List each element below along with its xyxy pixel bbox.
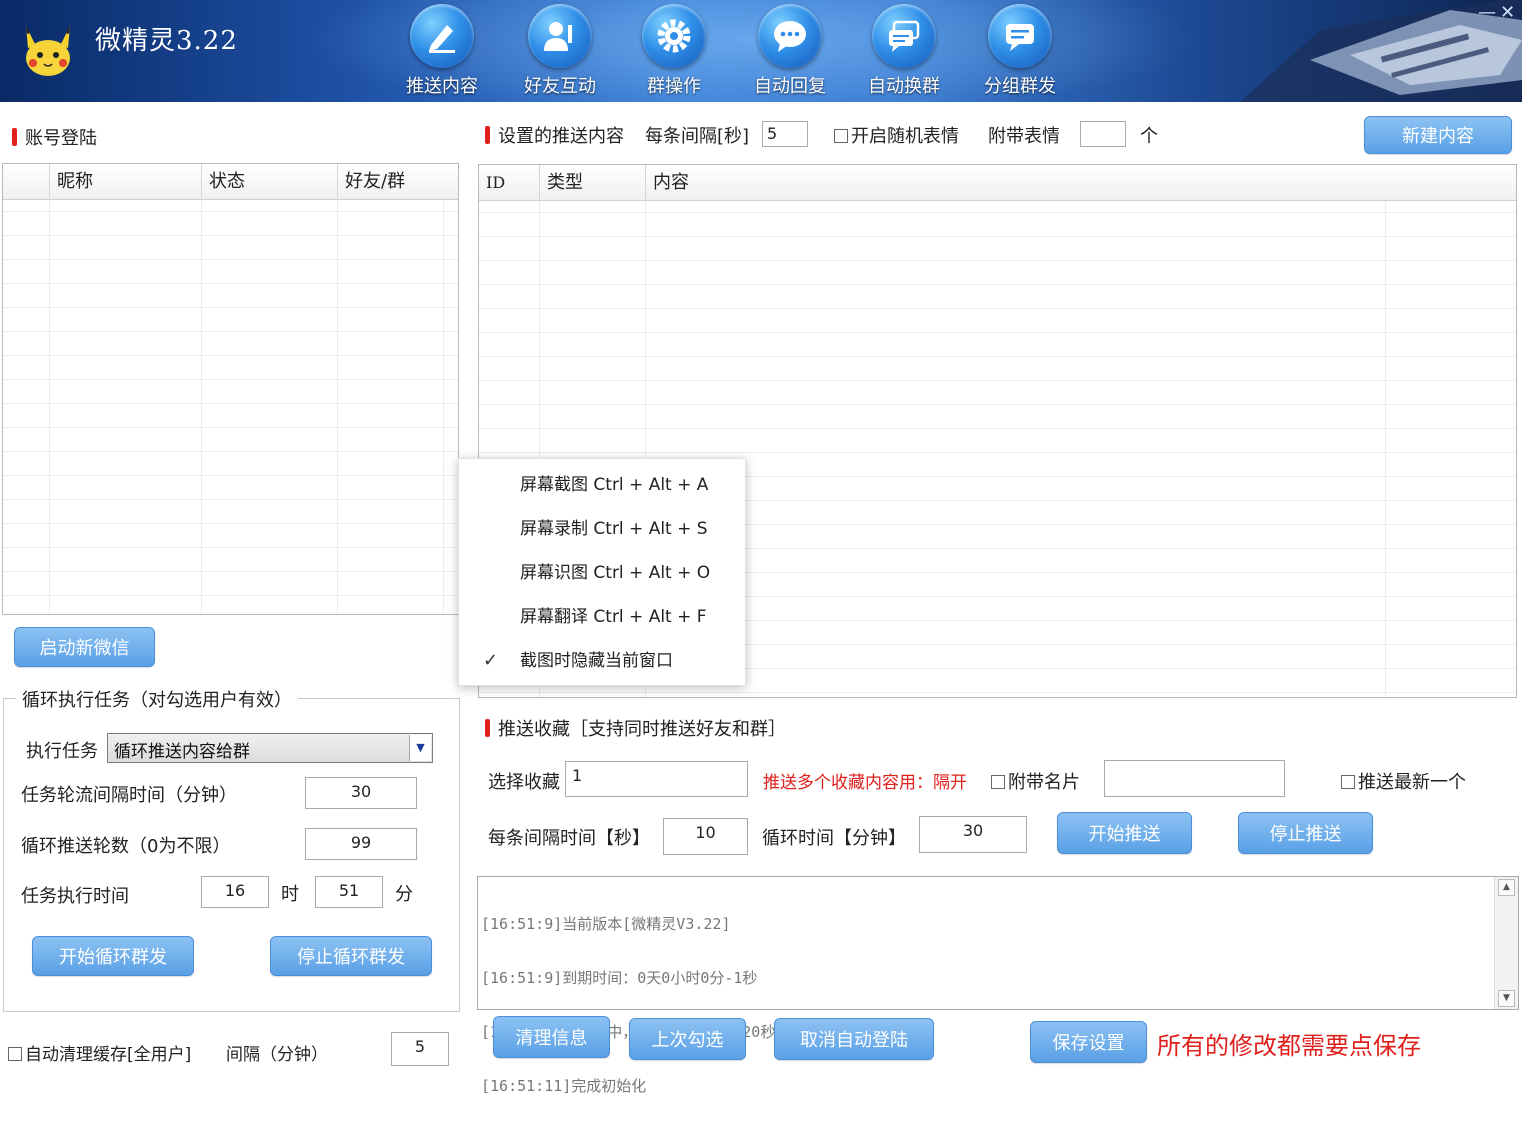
menu-item-hide-window[interactable]: ✓ 截图时隐藏当前窗口: [459, 639, 745, 683]
menu-item-screen-ocr[interactable]: 屏幕识图 Ctrl + Alt + O: [459, 551, 745, 595]
rounds-label: 循环推送轮数（0为不限）: [21, 836, 231, 857]
checkbox-box[interactable]: [8, 1047, 22, 1061]
minute-input[interactable]: 51: [315, 876, 383, 908]
checkbox-box[interactable]: [991, 775, 1005, 789]
menu-item-screenshot[interactable]: 屏幕截图 Ctrl + Alt + A: [459, 463, 745, 507]
interval-label: 任务轮流间隔时间（分钟）: [21, 785, 237, 806]
stop-push-button[interactable]: 停止推送: [1238, 812, 1373, 854]
tool-push-content[interactable]: 推送内容: [392, 4, 492, 100]
app-title: 微精灵3.22: [95, 26, 238, 56]
exec-time-label: 任务执行时间: [21, 886, 129, 907]
favorites-hint: 推送多个收藏内容用：隔开: [763, 773, 967, 793]
start-loop-button[interactable]: 开始循环群发: [32, 936, 194, 976]
attach-card-checkbox[interactable]: 附带名片: [991, 768, 1080, 794]
tool-friend-interaction[interactable]: 好友互动: [510, 4, 610, 100]
pen-icon: [429, 25, 455, 53]
menu-item-screen-record[interactable]: 屏幕录制 Ctrl + Alt + S: [459, 507, 745, 551]
checkbox-box[interactable]: [1341, 775, 1355, 789]
interval-input[interactable]: 30: [305, 777, 417, 809]
tool-group-operation[interactable]: 群操作: [624, 4, 724, 100]
auto-clear-cache-checkbox[interactable]: 自动清理缓存[全用户]: [8, 1040, 191, 1065]
user-icon: [544, 22, 572, 51]
minimize-icon[interactable]: —: [1478, 2, 1496, 23]
rounds-input[interactable]: 99: [305, 828, 417, 860]
spaceship-banner-image: [1240, 0, 1522, 102]
chevron-down-icon[interactable]: ▼: [409, 735, 431, 761]
chat-swap-icon: [889, 20, 920, 52]
chat-bubble-icon: [774, 21, 806, 52]
task-select[interactable]: 循环推送内容给群 ▼: [107, 733, 433, 763]
content-interval-label: 每条间隔[秒]: [645, 126, 750, 147]
tool-label: 自动换群: [868, 76, 940, 97]
column-header-status[interactable]: 状态: [201, 164, 337, 200]
hour-input[interactable]: 16: [201, 876, 269, 908]
scroll-up-icon[interactable]: ▲: [1498, 879, 1515, 896]
last-selection-button[interactable]: 上次勾选: [629, 1018, 746, 1060]
cancel-auto-login-button[interactable]: 取消自动登陆: [774, 1018, 934, 1060]
tool-label: 好友互动: [524, 76, 596, 97]
column-header-nickname[interactable]: 昵称: [49, 164, 201, 200]
scroll-down-icon[interactable]: ▼: [1498, 990, 1515, 1007]
log-textarea[interactable]: [16:51:9]当前版本[微精灵V3.22] [16:51:9]到期时间：0天…: [477, 876, 1519, 1095]
save-settings-button[interactable]: 保存设置: [1030, 1021, 1147, 1063]
column-header-content[interactable]: 内容: [645, 165, 1385, 201]
clear-info-button[interactable]: 清理信息: [493, 1016, 610, 1058]
favorites-section-title: 推送收藏［支持同时推送好友和群］: [485, 715, 786, 741]
content-table-header: ID 类型 内容: [479, 165, 1516, 201]
random-emoji-checkbox[interactable]: 开启随机表情: [834, 122, 959, 148]
start-push-button[interactable]: 开始推送: [1057, 812, 1192, 854]
column-header-id[interactable]: ID: [479, 165, 539, 201]
gear-icon: [657, 19, 691, 53]
fav-loop-label: 循环时间【分钟】: [762, 828, 906, 849]
log-lines: [16:51:9]当前版本[微精灵V3.22] [16:51:9]到期时间：0天…: [481, 879, 1492, 1095]
task-select-value: 循环推送内容给群: [114, 742, 250, 762]
hour-unit: 时: [281, 884, 299, 905]
stop-loop-button[interactable]: 停止循环群发: [270, 936, 432, 976]
tool-group-broadcast[interactable]: 分组群发: [970, 4, 1070, 100]
screenshot-context-menu: 屏幕截图 Ctrl + Alt + A 屏幕录制 Ctrl + Alt + S …: [458, 458, 746, 686]
save-hint: 所有的修改都需要点保存: [1157, 1032, 1421, 1060]
checkmark-icon: ✓: [483, 650, 499, 671]
select-favorite-input[interactable]: 1: [565, 761, 748, 797]
tool-label: 分组群发: [984, 76, 1056, 97]
loop-task-group-title: 循环执行任务（对勾选用户有效）: [16, 686, 298, 712]
content-interval-input[interactable]: 5: [762, 121, 808, 147]
column-header-type[interactable]: 类型: [539, 165, 645, 201]
select-favorite-label: 选择收藏: [488, 772, 560, 793]
account-table[interactable]: 昵称 状态 好友/群: [2, 163, 459, 615]
push-latest-checkbox[interactable]: 推送最新一个: [1341, 768, 1466, 794]
menu-item-screen-translate[interactable]: 屏幕翻译 Ctrl + Alt + F: [459, 595, 745, 639]
emoji-unit: 个: [1140, 126, 1158, 147]
cache-interval-label: 间隔（分钟）: [226, 1045, 328, 1065]
title-bar: 微精灵3.22 推送内容 好友互动 群操作 自动回复 自动换群 分组群发 — ✕: [0, 0, 1522, 102]
minute-unit: 分: [395, 884, 413, 905]
launch-wechat-button[interactable]: 启动新微信: [14, 627, 155, 667]
fav-loop-input[interactable]: 30: [919, 816, 1027, 853]
log-line: [16:51:9]到期时间：0天0小时0分-1秒: [481, 969, 758, 987]
close-icon[interactable]: ✕: [1500, 2, 1515, 23]
tool-auto-reply[interactable]: 自动回复: [740, 4, 840, 100]
cache-interval-input[interactable]: 5: [391, 1032, 449, 1066]
tool-label: 自动回复: [754, 76, 826, 97]
content-section-title: 设置的推送内容: [485, 122, 624, 148]
tool-label: 推送内容: [406, 76, 478, 97]
column-header-friends-groups[interactable]: 好友/群: [337, 164, 458, 200]
fav-interval-input[interactable]: 10: [663, 818, 748, 855]
new-content-button[interactable]: 新建内容: [1364, 116, 1512, 154]
chat-group-icon: [1006, 24, 1034, 51]
fav-interval-label: 每条间隔时间【秒】: [488, 828, 650, 849]
attach-emoji-label: 附带表情: [988, 126, 1060, 147]
checkbox-box[interactable]: [834, 129, 848, 143]
pikachu-logo-icon: [26, 26, 70, 76]
task-label: 执行任务: [26, 741, 98, 762]
log-scrollbar[interactable]: ▲ ▼: [1494, 877, 1518, 1009]
tool-auto-switch-group[interactable]: 自动换群: [854, 4, 954, 100]
log-line: [16:51:9]当前版本[微精灵V3.22]: [481, 915, 731, 933]
account-section-title: 账号登陆: [12, 124, 97, 150]
card-input[interactable]: [1104, 760, 1285, 797]
account-table-header: 昵称 状态 好友/群: [3, 164, 458, 200]
tool-label: 群操作: [647, 76, 701, 97]
attach-emoji-input[interactable]: [1080, 121, 1126, 147]
